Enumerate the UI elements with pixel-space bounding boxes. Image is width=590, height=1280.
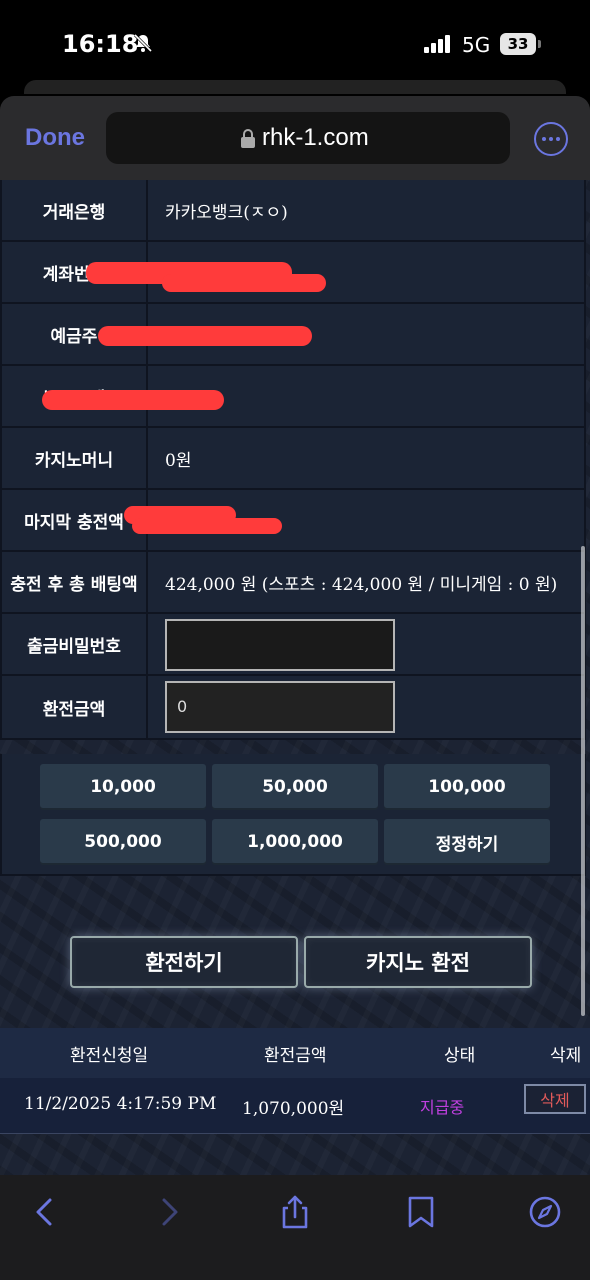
- amount-chip-500000[interactable]: 500,000: [40, 819, 206, 865]
- status-badge: 지급중: [420, 1098, 465, 1117]
- form-row-withdraw-password: 출금비밀번호: [0, 614, 586, 676]
- back-icon[interactable]: [28, 1195, 62, 1229]
- form-value: 424,000 원 (스포츠 : 424,000 원 / 미니게임 : 0 원): [165, 574, 558, 595]
- battery-tip: [538, 40, 541, 48]
- forward-icon[interactable]: [152, 1195, 186, 1229]
- more-options-icon[interactable]: [534, 122, 568, 156]
- url-text[interactable]: rhk-1.com: [262, 124, 369, 152]
- amount-chip-1000000[interactable]: 1,000,000: [212, 819, 378, 865]
- form-row-amount: 환전금액 0: [0, 676, 586, 740]
- form-value: 카카오뱅크(ㅈㅇ): [165, 202, 288, 223]
- status-bar: 16:18 5G 33: [0, 0, 590, 90]
- history-table-header: 환전신청일 환전금액 상태 삭제: [0, 1028, 590, 1078]
- col-header-delete: 삭제: [550, 1046, 582, 1066]
- browser-bottom-toolbar: [0, 1175, 590, 1280]
- redaction-mark: [42, 390, 224, 410]
- form-row-balance: 보유금액: [0, 366, 586, 428]
- row-date: 11/2/2025 4:17:59 PM: [24, 1094, 217, 1114]
- table-row: 11/2/2025 4:17:59 PM 1,070,000원 지급중 삭제: [0, 1078, 590, 1134]
- col-header-amount: 환전금액: [264, 1046, 327, 1066]
- reset-amount-button[interactable]: 정정하기: [384, 819, 550, 865]
- compass-icon[interactable]: [528, 1195, 562, 1229]
- form-row-bank: 거래은행 카카오뱅크(ㅈㅇ): [0, 180, 586, 242]
- done-button[interactable]: Done: [25, 124, 85, 152]
- redaction-mark: [162, 274, 326, 292]
- form-label: 충전 후 총 배팅액: [2, 552, 148, 612]
- form-row-total-bet: 충전 후 총 배팅액 424,000 원 (스포츠 : 424,000 원 / …: [0, 552, 586, 614]
- scrollbar[interactable]: [581, 546, 585, 1016]
- bookmarks-icon[interactable]: [404, 1195, 438, 1229]
- form-label: 카지노머니: [2, 428, 148, 488]
- amount-chip-100000[interactable]: 100,000: [384, 764, 550, 810]
- form-label: 출금비밀번호: [2, 614, 148, 674]
- delete-button[interactable]: 삭제: [524, 1084, 586, 1114]
- page-content: 거래은행 카카오뱅크(ㅈㅇ) 계좌번호 예금주 보유금액 카지노머니 0원 마지…: [0, 180, 590, 1175]
- col-header-status: 상태: [444, 1046, 476, 1066]
- amount-chip-panel: 10,000 50,000 100,000 500,000 1,000,000 …: [0, 754, 586, 876]
- amount-chip-10000[interactable]: 10,000: [40, 764, 206, 810]
- silent-bell-icon: [133, 33, 153, 53]
- col-header-date: 환전신청일: [70, 1046, 149, 1066]
- casino-exchange-button[interactable]: 카지노 환전: [304, 936, 532, 988]
- form-label: 거래은행: [2, 180, 148, 240]
- signal-icon: [424, 35, 450, 53]
- share-icon[interactable]: [278, 1195, 312, 1229]
- sheet-edge: [24, 80, 566, 94]
- withdraw-password-input[interactable]: [165, 619, 395, 671]
- form-row-account: 계좌번호: [0, 242, 586, 304]
- form-label: 환전금액: [2, 676, 148, 738]
- battery-indicator: 33: [500, 33, 536, 55]
- form-row-casino-money: 카지노머니 0원: [0, 428, 586, 490]
- form-row-holder: 예금주: [0, 304, 586, 366]
- row-amount: 1,070,000원: [242, 1099, 345, 1119]
- lock-icon: [241, 129, 255, 148]
- network-type: 5G: [462, 33, 491, 57]
- status-time: 16:18: [62, 30, 139, 58]
- form-value: 0원: [165, 450, 192, 471]
- redaction-mark: [98, 326, 312, 346]
- exchange-amount-input[interactable]: 0: [165, 681, 395, 733]
- redaction-mark: [132, 518, 282, 534]
- exchange-button[interactable]: 환전하기: [70, 936, 298, 988]
- form-row-last-deposit: 마지막 충전액: [0, 490, 586, 552]
- amount-chip-50000[interactable]: 50,000: [212, 764, 378, 810]
